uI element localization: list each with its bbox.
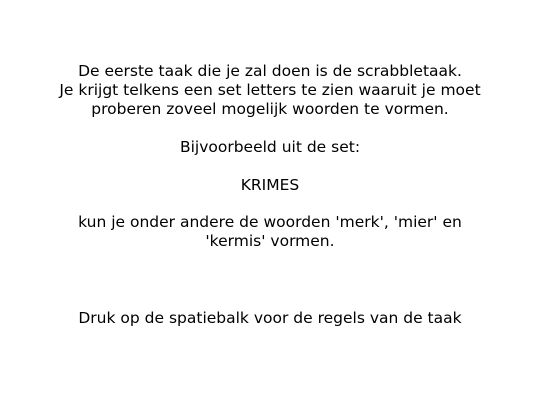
intro-line: proberen zoveel mogelijk woorden te vorm… <box>91 100 449 118</box>
instruction-screen[interactable]: De eerste taak die je zal doen is de scr… <box>0 0 540 400</box>
explanation-line: kun je onder andere de woorden 'merk', '… <box>78 213 462 231</box>
explanation-paragraph: kun je onder andere de woorden 'merk', '… <box>0 213 540 251</box>
intro-paragraph: De eerste taak die je zal doen is de scr… <box>0 62 540 119</box>
explanation-line: 'kermis' vormen. <box>205 232 335 250</box>
continue-prompt: Druk op de spatiebalk voor de regels van… <box>0 309 540 328</box>
example-heading: Bijvoorbeeld uit de set: <box>0 138 540 157</box>
intro-line: Je krijgt telkens een set letters te zie… <box>59 81 481 99</box>
intro-line: De eerste taak die je zal doen is de scr… <box>78 62 462 80</box>
example-letter-set: KRIMES <box>0 176 540 195</box>
continue-prompt-text: Druk op de spatiebalk voor de regels van… <box>78 309 462 327</box>
example-heading-text: Bijvoorbeeld uit de set: <box>179 138 361 156</box>
example-letter-set-text: KRIMES <box>240 176 300 194</box>
